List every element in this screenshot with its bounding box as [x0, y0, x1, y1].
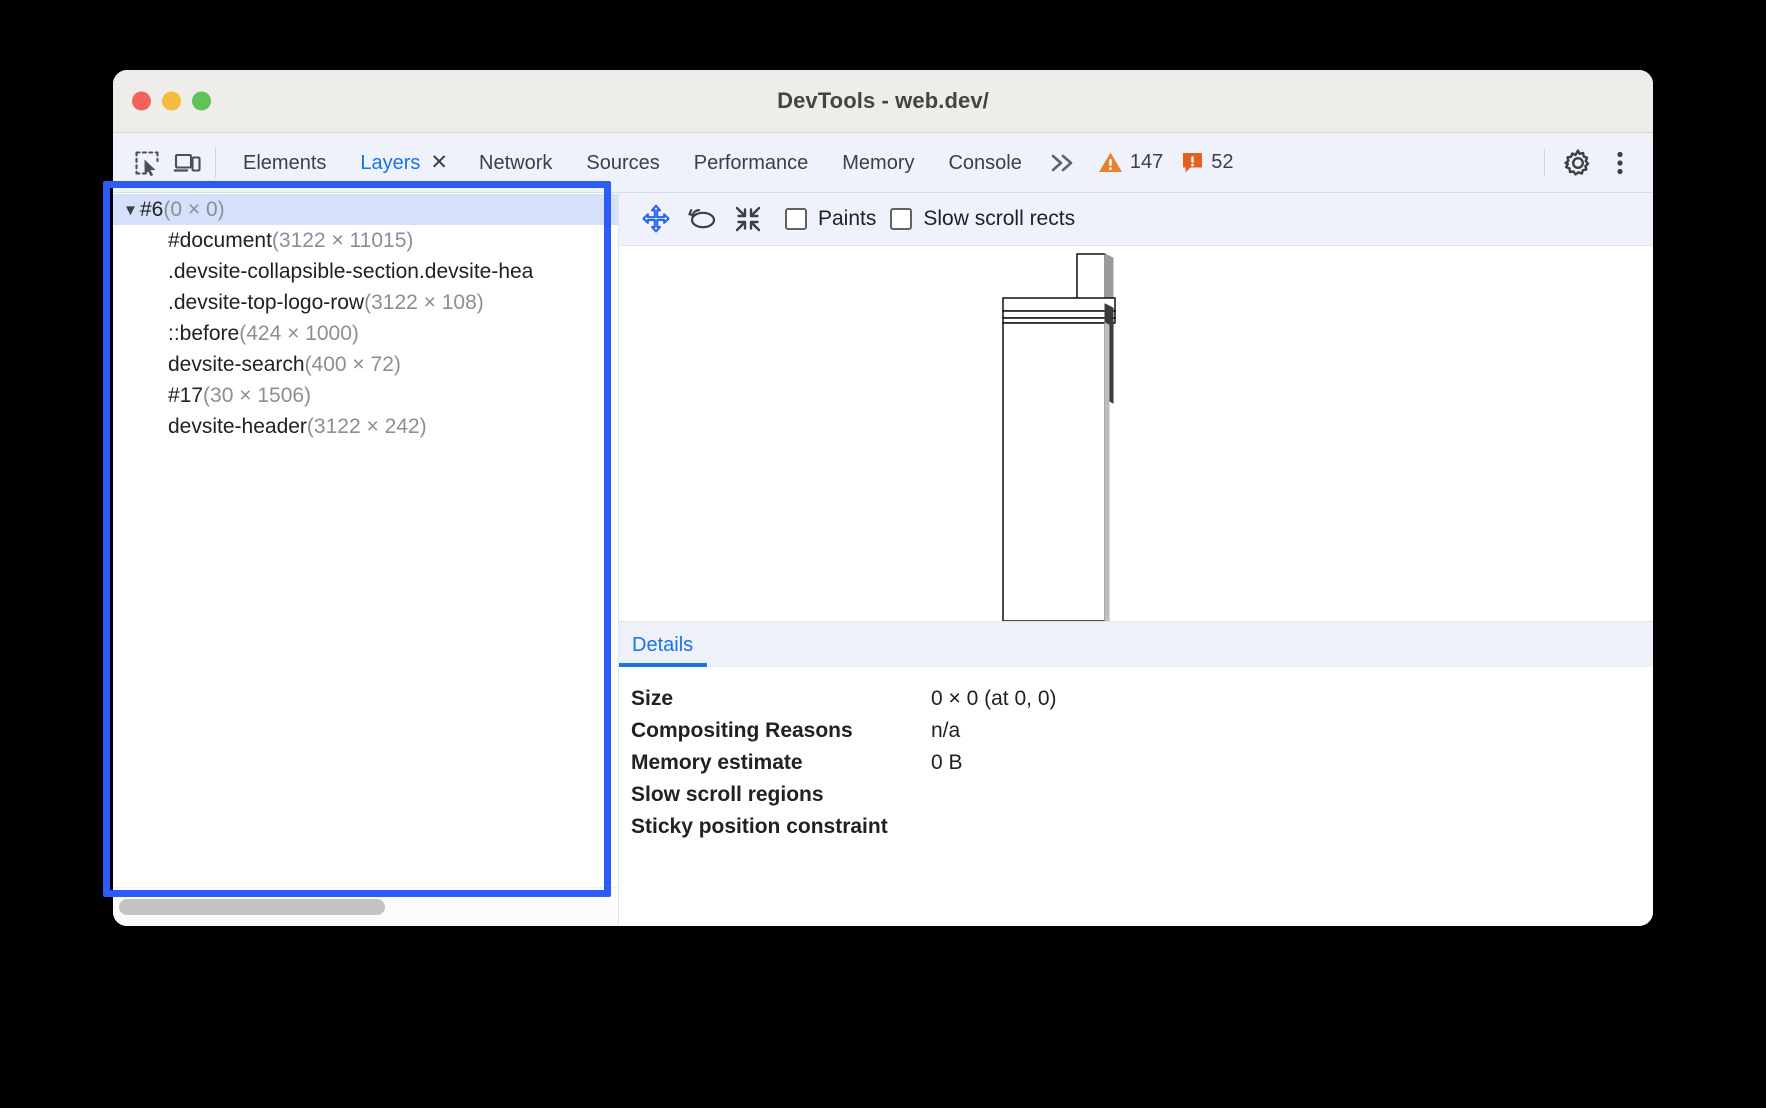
detail-value: 0 × 0 (at 0, 0) — [931, 687, 1057, 711]
minimize-window-button[interactable] — [162, 92, 181, 111]
layer-tree-list[interactable]: ▼#6(0 × 0) #document(3122 × 11015) .devs… — [113, 193, 618, 887]
detail-row-size: Size 0 × 0 (at 0, 0) — [631, 683, 1653, 715]
layer-name: devsite-header — [168, 415, 307, 438]
layers-viewer-pane: Paints Slow scroll rects — [618, 193, 1653, 926]
devtools-tab-bar: Elements Layers ✕ Network Sources Perfor… — [113, 133, 1653, 193]
layer-dimensions: (3122 × 11015) — [272, 229, 413, 252]
tab-performance[interactable]: Performance — [677, 134, 826, 192]
close-icon[interactable]: ✕ — [426, 134, 462, 192]
paints-checkbox[interactable]: Paints — [785, 207, 876, 231]
detail-key: Slow scroll regions — [631, 783, 931, 807]
layer-name: #17 — [168, 384, 203, 407]
zoom-window-button[interactable] — [192, 92, 211, 111]
inspect-element-icon[interactable] — [127, 143, 167, 183]
layer-name: .devsite-collapsible-section.devsite-hea — [168, 260, 533, 283]
tab-sources[interactable]: Sources — [569, 134, 676, 192]
rotate-mode-icon[interactable] — [679, 197, 725, 241]
checkbox-box[interactable] — [785, 208, 807, 230]
toolbar-divider-right — [1544, 149, 1545, 177]
layer-dimensions: (3122 × 242) — [307, 415, 427, 438]
detail-key: Sticky position constraint — [631, 815, 931, 839]
tab-memory[interactable]: Memory — [825, 134, 931, 192]
devtools-window: DevTools - web.dev/ Elem — [113, 70, 1653, 926]
layer-tree-row-2[interactable]: .devsite-collapsible-section.devsite-hea — [113, 256, 618, 287]
details-tab-strip: Details — [619, 621, 1653, 667]
more-tabs-chevron-icon[interactable] — [1039, 151, 1089, 175]
devtools-body: ▼#6(0 × 0) #document(3122 × 11015) .devs… — [113, 193, 1653, 926]
layer-stack-rendering — [619, 246, 1653, 621]
layer-tree-row-0[interactable]: ▼#6(0 × 0) — [113, 194, 618, 225]
error-counter[interactable]: 52 — [1172, 151, 1242, 174]
error-count: 52 — [1211, 151, 1233, 174]
layer-tree-row-3[interactable]: .devsite-top-logo-row(3122 × 108) — [113, 287, 618, 318]
slow-scroll-rects-label: Slow scroll rects — [923, 207, 1075, 231]
warning-icon — [1098, 151, 1123, 174]
layer-name: #6 — [140, 198, 163, 221]
layer-tree-row-5[interactable]: devsite-search(400 × 72) — [113, 349, 618, 380]
layer-tree-row-4[interactable]: ::before(424 × 1000) — [113, 318, 618, 349]
slow-scroll-rects-checkbox[interactable]: Slow scroll rects — [890, 207, 1075, 231]
tab-network[interactable]: Network — [462, 134, 569, 192]
detail-value: n/a — [931, 719, 960, 743]
tab-details[interactable]: Details — [619, 635, 707, 667]
detail-key: Memory estimate — [631, 751, 931, 775]
details-content: Size 0 × 0 (at 0, 0) Compositing Reasons… — [619, 667, 1653, 926]
horizontal-scrollbar[interactable] — [113, 887, 618, 926]
layers-3d-canvas[interactable] — [619, 246, 1653, 621]
window-title-bar: DevTools - web.dev/ — [113, 70, 1653, 133]
detail-key: Size — [631, 687, 931, 711]
layer-tree-row-7[interactable]: devsite-header(3122 × 242) — [113, 411, 618, 442]
layer-tree-row-6[interactable]: #17(30 × 1506) — [113, 380, 618, 411]
screenshot-root: DevTools - web.dev/ Elem — [0, 0, 1766, 1108]
tab-elements[interactable]: Elements — [226, 134, 343, 192]
pan-mode-icon[interactable] — [633, 197, 679, 241]
layer-dimensions: (3122 × 108) — [364, 291, 484, 314]
close-window-button[interactable] — [132, 92, 151, 111]
layer-tree-pane: ▼#6(0 × 0) #document(3122 × 11015) .devs… — [113, 193, 618, 926]
layer-dimensions: (30 × 1506) — [203, 384, 311, 407]
more-vertical-icon[interactable] — [1599, 142, 1641, 184]
scrollbar-thumb[interactable] — [119, 899, 385, 915]
layer-tree-row-1[interactable]: #document(3122 × 11015) — [113, 225, 618, 256]
window-title: DevTools - web.dev/ — [113, 88, 1653, 114]
layer-dimensions: (0 × 0) — [163, 198, 224, 221]
expand-triangle-icon[interactable]: ▼ — [123, 195, 140, 225]
layer-dimensions: (400 × 72) — [305, 353, 401, 376]
layer-dimensions: (424 × 1000) — [239, 322, 359, 345]
detail-value: 0 B — [931, 751, 963, 775]
tab-console[interactable]: Console — [931, 134, 1038, 192]
layer-name: #document — [168, 229, 272, 252]
warning-count: 147 — [1130, 151, 1163, 174]
gear-icon[interactable] — [1557, 142, 1599, 184]
reset-view-icon[interactable] — [725, 197, 771, 241]
warning-counter[interactable]: 147 — [1089, 151, 1172, 174]
layer-name: ::before — [168, 322, 239, 345]
toolbar-divider — [215, 148, 216, 178]
detail-key: Compositing Reasons — [631, 719, 931, 743]
error-icon — [1181, 151, 1204, 174]
detail-row-slow-scroll-regions: Slow scroll regions — [631, 779, 1653, 811]
device-toolbar-icon[interactable] — [167, 143, 207, 183]
layer-name: .devsite-top-logo-row — [168, 291, 364, 314]
checkbox-box[interactable] — [890, 208, 912, 230]
layer-name: devsite-search — [168, 353, 305, 376]
detail-row-compositing-reasons: Compositing Reasons n/a — [631, 715, 1653, 747]
paints-label: Paints — [818, 207, 876, 231]
detail-row-memory-estimate: Memory estimate 0 B — [631, 747, 1653, 779]
layers-view-toolbar: Paints Slow scroll rects — [619, 193, 1653, 246]
detail-row-sticky-position-constraint: Sticky position constraint — [631, 811, 1653, 843]
tab-layers[interactable]: Layers — [343, 134, 426, 192]
traffic-light-buttons — [132, 92, 211, 111]
